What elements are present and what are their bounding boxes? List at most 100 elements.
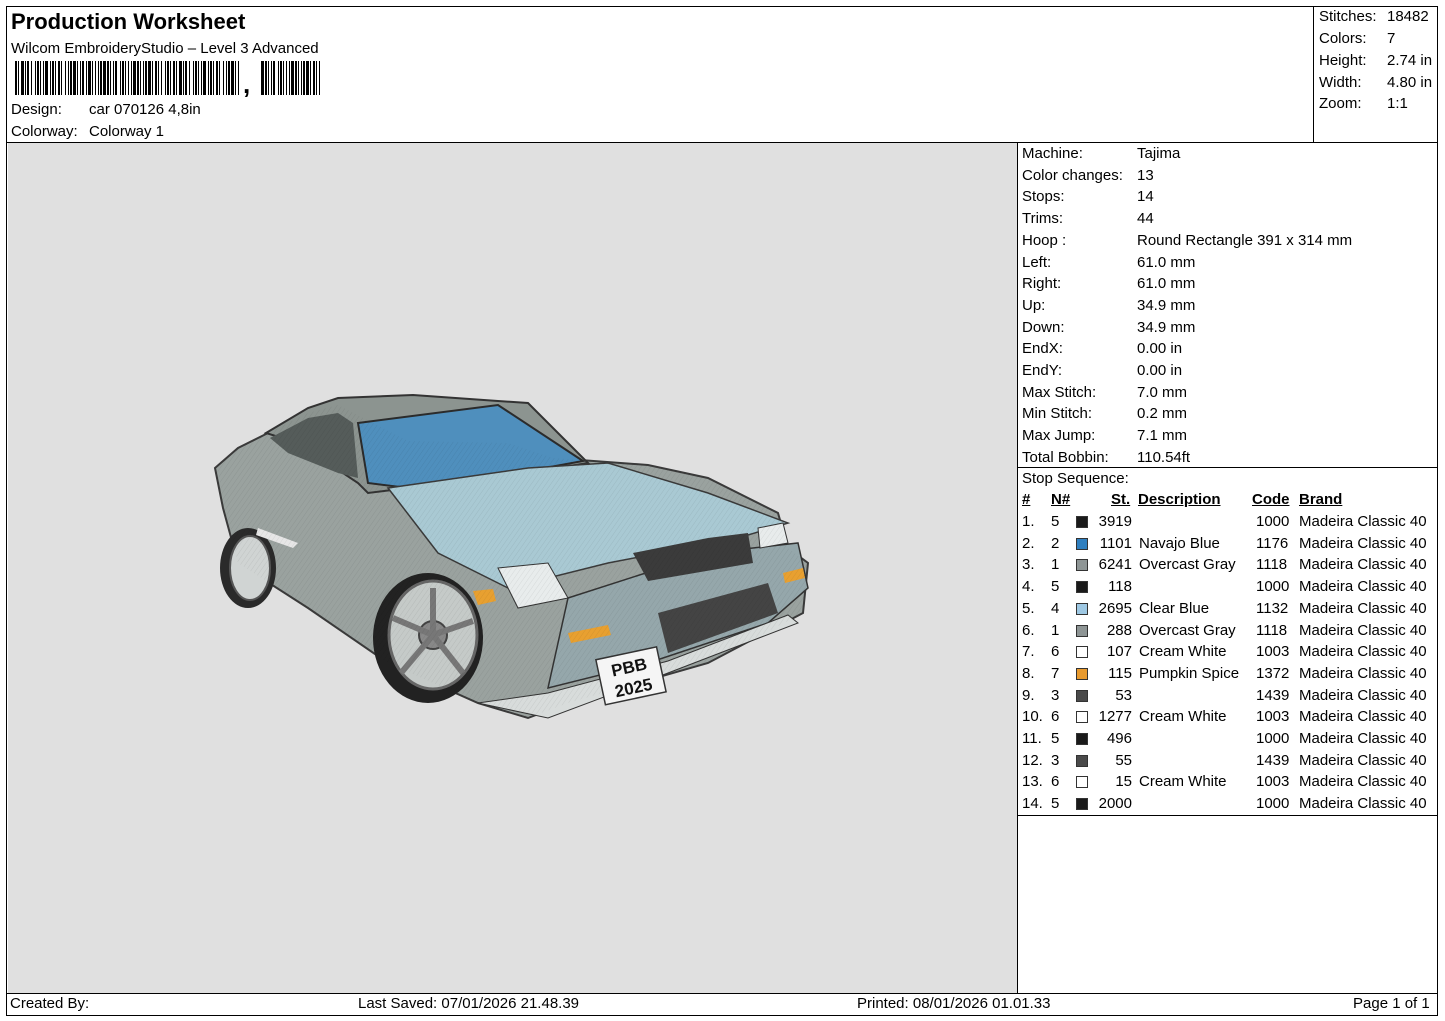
barcode-bar <box>219 61 220 95</box>
barcode-bar <box>98 61 99 95</box>
info-value: 0.2 mm <box>1137 405 1188 423</box>
barcode-bar <box>193 61 194 95</box>
thread-brand: Madeira Classic 40 <box>1299 773 1427 791</box>
thread-description: Overcast Gray <box>1139 621 1236 639</box>
thread-code: 1118 <box>1256 621 1288 639</box>
barcode-bar <box>68 61 69 95</box>
thread-code: 1000 <box>1256 795 1290 813</box>
barcode-bar <box>18 61 19 95</box>
thread-brand: Madeira Classic 40 <box>1299 578 1427 596</box>
stop-row: 10. 6 1277 Cream White 1003 Madeira Classic 4… <box>1018 708 1438 730</box>
needle-number: 6 <box>1051 643 1060 661</box>
machine-info-row: Color changes: 13 <box>1022 167 1154 184</box>
barcode-bar <box>73 61 76 95</box>
barcode-bar <box>50 61 51 95</box>
barcode-bar <box>213 61 214 95</box>
barcode-bar <box>143 61 144 95</box>
thread-color-swatch <box>1076 602 1088 615</box>
stop-row: 5. 4 2695 Clear Blue 1132 Madeira Classic 40 <box>1018 600 1438 622</box>
thread-brand: Madeira Classic 40 <box>1299 664 1427 682</box>
stop-row: 9. 3 53 1439 Madeira Classic 40 <box>1018 687 1438 709</box>
stop-row: 4. 5 118 1000 Madeira Classic 40 <box>1018 578 1438 600</box>
barcode-bar <box>231 61 234 95</box>
info-value: Round Rectangle 391 x 314 mm <box>1137 231 1353 249</box>
thread-color-swatch <box>1076 733 1088 745</box>
col-header-n: N# <box>1051 491 1071 508</box>
info-value: 110.54ft <box>1137 448 1191 466</box>
barcode-bar <box>155 61 157 95</box>
barcode-bar <box>113 61 114 95</box>
thread-code: 1439 <box>1256 751 1290 769</box>
barcode-bar <box>133 61 136 95</box>
stat-value: 4.80 in <box>1387 74 1433 91</box>
thread-color-swatch <box>1076 798 1088 811</box>
thread-brand: Madeira Classic 40 <box>1299 686 1427 704</box>
info-label: Stops: <box>1022 188 1065 206</box>
thread-color-swatch <box>1076 754 1088 767</box>
barcode-bar <box>52 61 54 95</box>
col-header-brand: Brand <box>1299 491 1343 508</box>
table-divider <box>1018 815 1438 816</box>
barcode-bar <box>316 61 317 95</box>
stop-index: 1. <box>1022 513 1035 530</box>
stats-panel: Stitches: 18482 Colors: 7 Height: 2.74 in W… <box>1313 7 1438 142</box>
info-label: Right: <box>1022 275 1062 293</box>
barcode-bar <box>185 61 187 95</box>
colorway-label: Colorway: <box>11 123 78 140</box>
needle-number: 3 <box>1051 751 1060 769</box>
info-label: Min Stitch: <box>1022 405 1093 423</box>
machine-info-row: Trims: 44 <box>1022 210 1154 227</box>
stop-index: 7. <box>1022 643 1035 661</box>
needle-number: 2 <box>1051 534 1060 552</box>
info-label: Up: <box>1022 296 1046 314</box>
barcode-bar <box>35 61 36 95</box>
stop-index: 10. <box>1022 708 1043 726</box>
info-value: 61.0 mm <box>1137 253 1196 271</box>
stat-label: Width: <box>1319 74 1362 91</box>
thread-brand: Madeira Classic 40 <box>1299 795 1427 813</box>
needle-number: 7 <box>1051 664 1060 682</box>
thread-color-swatch <box>1076 537 1088 550</box>
barcode-bar <box>61 61 62 95</box>
barcode-bar <box>235 61 236 95</box>
stitch-count: 2695 <box>1098 599 1132 617</box>
needle-number: 5 <box>1051 513 1060 530</box>
stop-row: 8. 7 115 Pumpkin Spice 1372 Madeira Classic 4… <box>1018 665 1438 687</box>
barcode-bar <box>313 61 315 95</box>
stat-stitches: Stitches: 18482 <box>1319 8 1437 25</box>
stitch-count: 55 <box>1115 751 1132 769</box>
barcode-bar <box>228 61 230 95</box>
stat-value: 7 <box>1387 30 1396 47</box>
barcode-bar <box>198 61 199 95</box>
barcode-bar <box>238 61 239 95</box>
stop-index: 4. <box>1022 578 1035 596</box>
barcode-bar <box>310 61 311 95</box>
stat-label: Colors: <box>1319 30 1367 47</box>
thread-brand: Madeira Classic 40 <box>1299 621 1427 639</box>
barcode-bar <box>115 61 117 95</box>
barcode-bar <box>125 61 126 95</box>
stop-index: 11. <box>1022 730 1042 747</box>
barcode-bar <box>152 61 153 95</box>
barcode-bar <box>161 61 162 95</box>
needle-number: 6 <box>1051 708 1060 726</box>
design-preview: PBB 2025 <box>8 143 1017 993</box>
stop-row: 13. 6 15 Cream White 1003 Madeira Classic 40 <box>1018 773 1438 795</box>
barcode-bar <box>179 61 182 95</box>
stitch-count: 2000 <box>1098 795 1132 813</box>
needle-number: 4 <box>1051 599 1060 617</box>
thread-code: 1372 <box>1256 664 1290 682</box>
thread-color-swatch <box>1076 581 1088 594</box>
thread-color-swatch <box>1076 689 1088 702</box>
info-value: 44 <box>1137 210 1154 228</box>
thread-description: Navajo Blue <box>1139 534 1220 552</box>
barcode-bar <box>261 61 264 95</box>
thread-brand: Madeira Classic 40 <box>1299 708 1427 726</box>
footer-divider <box>7 993 1438 994</box>
stitch-count: 15 <box>1115 773 1132 791</box>
info-label: Max Jump: <box>1022 427 1096 445</box>
info-value: 7.0 mm <box>1137 383 1188 401</box>
info-value: 0.00 in <box>1137 362 1183 379</box>
stop-row: 7. 6 107 Cream White 1003 Madeira Classic 40 <box>1018 643 1438 665</box>
barcode-bar <box>319 61 320 95</box>
